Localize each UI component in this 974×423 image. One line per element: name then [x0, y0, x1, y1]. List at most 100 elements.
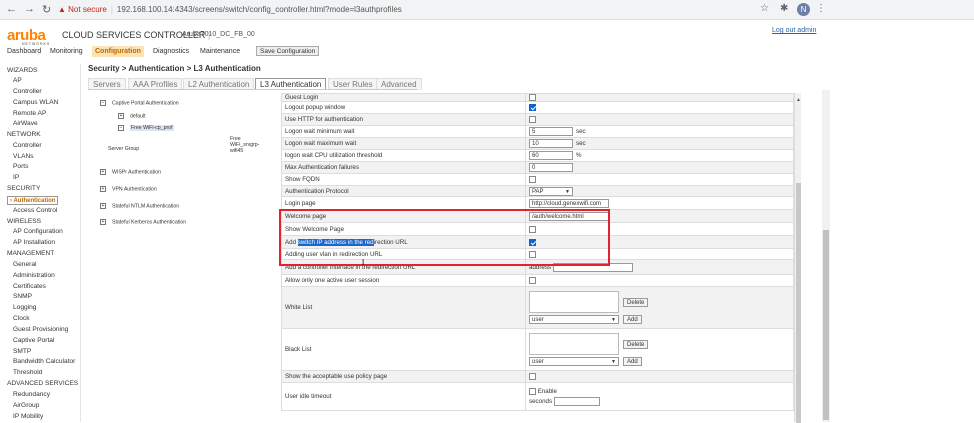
- server-group-value[interactable]: Free WiFi_srvgrp-wifi45: [230, 136, 266, 154]
- guest-login-checkbox[interactable]: [529, 94, 536, 101]
- page-scrollbar[interactable]: [822, 90, 830, 422]
- tree-node-default[interactable]: + default: [118, 113, 146, 119]
- enable-label: Enable: [537, 387, 558, 395]
- tab-dashboard[interactable]: Dashboard: [7, 46, 41, 57]
- sidebar-item-ip[interactable]: IP: [13, 174, 19, 181]
- sidebar-item-administration[interactable]: Administration: [13, 272, 55, 279]
- tree-label: Stateful NTLM Authentication: [112, 203, 180, 210]
- unit-label: sec: [576, 140, 586, 148]
- expand-icon[interactable]: +: [100, 186, 106, 192]
- show-fqdn-checkbox[interactable]: [529, 176, 536, 184]
- sidebar-item-vlans[interactable]: VLANs: [13, 153, 34, 160]
- sidebar-item-campus-wlan[interactable]: Campus WLAN: [13, 99, 58, 106]
- scrollbar-thumb[interactable]: [796, 183, 801, 423]
- one-session-checkbox[interactable]: [529, 277, 536, 285]
- sidebar-item-bandwidth-calculator[interactable]: Bandwidth Calculator: [13, 358, 75, 365]
- scrollbar-thumb[interactable]: [823, 230, 829, 420]
- tab-diagnostics[interactable]: Diagnostics: [153, 46, 189, 57]
- black-list-select[interactable]: user ▼: [529, 357, 619, 367]
- tree-node-ntlm[interactable]: + Stateful NTLM Authentication: [100, 203, 179, 209]
- setting-label: Allow only one active user session: [281, 274, 526, 288]
- save-configuration-button[interactable]: Save Configuration: [256, 46, 320, 56]
- sidebar-item-airwave[interactable]: AirWave: [13, 120, 38, 127]
- tree-node-wispr[interactable]: + WISPr Authentication: [100, 169, 161, 175]
- sidebar-item-remote-ap[interactable]: Remote AP: [13, 110, 46, 117]
- max-failures-input[interactable]: 0: [529, 163, 573, 173]
- min-wait-input[interactable]: 5: [529, 127, 573, 137]
- sidebar-item-threshold[interactable]: Threshold: [13, 369, 42, 376]
- cpu-threshold-input[interactable]: 60: [529, 151, 573, 161]
- sidebar-item-airgroup[interactable]: AirGroup: [13, 402, 39, 409]
- sidebar-item-ap-installation[interactable]: AP Installation: [13, 239, 55, 246]
- tree-node-vpn[interactable]: + VPN Authentication: [100, 186, 157, 192]
- max-wait-input[interactable]: 10: [529, 139, 573, 149]
- welcome-page-input[interactable]: /auth/welcome.html: [529, 211, 609, 221]
- sidebar-item-ap-configuration[interactable]: AP Configuration: [13, 228, 63, 235]
- menu-icon[interactable]: ⋮: [816, 3, 826, 14]
- white-list-select[interactable]: user ▼: [529, 315, 619, 325]
- show-welcome-checkbox[interactable]: [529, 225, 536, 233]
- sidebar-item-clock[interactable]: Clock: [13, 315, 30, 322]
- setting-label: Black List: [281, 328, 526, 372]
- tab-maintenance[interactable]: Maintenance: [200, 46, 240, 57]
- tree-node-free-wifi[interactable]: − Free WiFi-cp_prof: [118, 125, 174, 132]
- sidebar-item-ap[interactable]: AP: [13, 77, 22, 84]
- use-http-checkbox[interactable]: [529, 116, 536, 124]
- setting-label: White List: [281, 286, 526, 330]
- expand-icon[interactable]: +: [100, 203, 106, 209]
- sidebar-item-guest-provisioning[interactable]: Guest Provisioning: [13, 326, 68, 333]
- add-switch-ip-checkbox[interactable]: [529, 238, 536, 246]
- table-row: Show FQDN: [281, 173, 794, 187]
- tree-node-captive-portal[interactable]: − Captive Portal Authentication: [100, 100, 179, 106]
- sidebar-item-controller-wizard[interactable]: Controller: [13, 88, 42, 95]
- expand-icon[interactable]: +: [100, 169, 106, 175]
- sidebar-item-ip-mobility[interactable]: IP Mobility: [13, 413, 43, 420]
- forward-icon[interactable]: →: [24, 3, 35, 15]
- tab-monitoring[interactable]: Monitoring: [50, 46, 83, 57]
- address-bar[interactable]: ▲ Not secure | 192.168.100.14:4343/screens…: [58, 2, 748, 18]
- profile-avatar[interactable]: N: [797, 3, 810, 16]
- login-page-input[interactable]: http://cloud.genexwifi.com: [529, 198, 609, 208]
- logout-popup-checkbox[interactable]: [529, 104, 536, 112]
- black-list-box[interactable]: [529, 333, 619, 356]
- expand-icon[interactable]: +: [118, 113, 124, 119]
- sidebar-item-redundancy[interactable]: Redundancy: [13, 391, 50, 398]
- white-list-box[interactable]: [529, 291, 619, 314]
- unit-label: sec: [576, 128, 586, 136]
- star-icon[interactable]: ☆: [760, 3, 769, 14]
- idle-enable-checkbox[interactable]: [529, 387, 536, 395]
- black-list-delete-button[interactable]: Delete: [623, 339, 649, 349]
- sidebar-item-certificates[interactable]: Certificates: [13, 283, 46, 290]
- logout-link[interactable]: Log out admin: [772, 27, 816, 34]
- sidebar-item-access-control[interactable]: Access Control: [13, 207, 57, 214]
- sidebar-item-smtp[interactable]: SMTP: [13, 348, 31, 355]
- scroll-up-icon[interactable]: ▲: [795, 97, 802, 103]
- sidebar-item-ports[interactable]: Ports: [13, 163, 28, 170]
- sidebar-item-general[interactable]: General: [13, 261, 36, 268]
- sidebar-item-captive-portal[interactable]: Captive Portal: [13, 337, 54, 344]
- setting-label: User idle timeout: [281, 382, 526, 412]
- sidebar-item-snmp[interactable]: SNMP: [13, 293, 32, 300]
- tree-node-kerberos[interactable]: + Stateful Kerberos Authentication: [100, 219, 186, 225]
- add-vlan-checkbox[interactable]: [529, 250, 536, 258]
- black-list-add-button[interactable]: Add: [623, 357, 642, 367]
- collapse-icon[interactable]: −: [100, 100, 106, 106]
- reload-icon[interactable]: ↻: [42, 3, 51, 16]
- chevron-down-icon: ▼: [611, 317, 616, 324]
- back-icon[interactable]: ←: [6, 3, 17, 15]
- white-list-add-button[interactable]: Add: [623, 315, 642, 325]
- sidebar-item-controller[interactable]: Controller: [13, 142, 42, 149]
- sidebar-item-authentication[interactable]: › Authentication: [7, 196, 59, 205]
- panel-scrollbar[interactable]: ▲: [794, 93, 802, 423]
- tab-configuration[interactable]: Configuration: [92, 46, 144, 57]
- idle-timeout-input[interactable]: [553, 396, 600, 406]
- white-list-delete-button[interactable]: Delete: [623, 297, 649, 307]
- aup-checkbox[interactable]: [529, 373, 536, 381]
- expand-icon[interactable]: +: [100, 219, 106, 225]
- collapse-icon[interactable]: −: [118, 125, 124, 131]
- extensions-icon[interactable]: ✱: [780, 3, 788, 14]
- address-input[interactable]: [552, 262, 633, 272]
- sidebar-item-logging[interactable]: Logging: [13, 304, 36, 311]
- auth-protocol-select[interactable]: PAP ▼: [529, 186, 573, 196]
- chevron-down-icon: ▼: [611, 359, 616, 366]
